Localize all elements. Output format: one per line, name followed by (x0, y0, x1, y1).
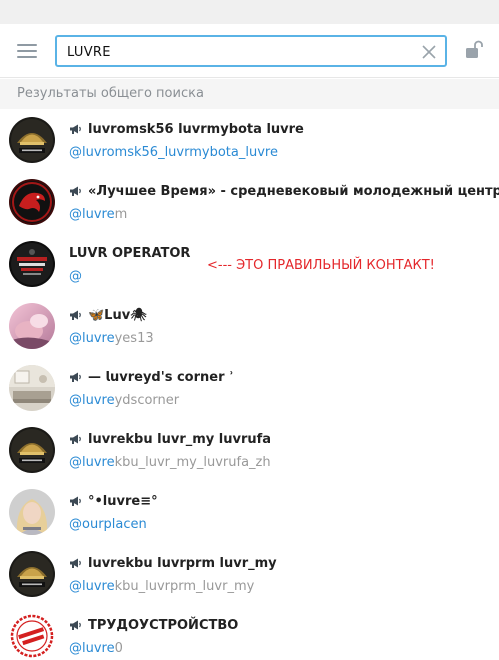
avatar (9, 241, 55, 287)
search-result-row[interactable]: luvrekbu luvr_my luvrufa @luvrekbu_luvr_m… (0, 419, 499, 481)
username-match: @luvre (69, 207, 115, 222)
search-result-row[interactable]: — 𝗹𝘂𝘃𝗿𝗲𝘆𝗱'𝘀 𝗰𝗼𝗿𝗻𝗲𝗿 ʾ @luvreydscorner (0, 357, 499, 419)
channel-megaphone-icon (70, 186, 81, 196)
result-title-text: luvromsk56 luvrmybota luvre (88, 121, 304, 137)
result-username: @ourplacen (69, 517, 147, 532)
avatar (9, 551, 55, 597)
result-username: @luvre0 (69, 641, 123, 656)
result-username: @luvrekbu_luvrprm_luvr_my (69, 579, 254, 594)
avatar (9, 179, 55, 225)
result-username: @ (69, 269, 82, 284)
search-result-row[interactable]: «Лучшее Время» - средневековый молодежны… (0, 171, 499, 233)
username-match: @luvre (69, 331, 115, 346)
channel-megaphone-icon (70, 558, 81, 568)
result-title: — 𝗹𝘂𝘃𝗿𝗲𝘆𝗱'𝘀 𝗰𝗼𝗿𝗻𝗲𝗿 ʾ (69, 369, 234, 385)
channel-megaphone-icon (70, 496, 81, 506)
result-title-text: luvrekbu luvr_my luvrufa (88, 431, 272, 447)
search-result-row[interactable]: ТРУДОУСТРОЙСТВО @luvre0 (0, 605, 499, 660)
close-icon[interactable] (420, 43, 438, 61)
channel-megaphone-icon (70, 124, 81, 134)
unlock-icon[interactable] (465, 40, 483, 60)
channel-megaphone-icon (70, 620, 81, 630)
avatar (9, 303, 55, 349)
username-match: @ourplacen (69, 517, 147, 532)
result-title: luvromsk56 luvrmybota luvre (69, 121, 304, 137)
result-title-text: 🦋Luv🕷 (88, 307, 147, 323)
username-match: @luvre (69, 641, 115, 656)
search-result-row[interactable]: luvrekbu luvrprm luvr_my @luvrekbu_luvrpr… (0, 543, 499, 605)
username-rest: 0 (114, 641, 123, 656)
search-input[interactable] (67, 42, 407, 62)
search-box[interactable] (55, 35, 447, 67)
username-match: @luvromsk56_luvrmybota_luvre (69, 145, 278, 160)
result-username: @luvrekbu_luvr_my_luvrufa_zh (69, 455, 271, 470)
result-title: 🦋Luv🕷 (69, 307, 147, 323)
result-title: luvrekbu luvrprm luvr_my (69, 555, 277, 571)
username-rest: kbu_luvrprm_luvr_my (114, 579, 255, 594)
channel-megaphone-icon (70, 310, 81, 320)
username-rest: m (114, 207, 128, 222)
search-result-row[interactable]: luvromsk56 luvrmybota luvre @luvromsk56_l… (0, 109, 499, 171)
username-match: @luvre (69, 455, 115, 470)
menu-icon[interactable] (17, 43, 37, 59)
result-title-text: luvrekbu luvrprm luvr_my (88, 555, 277, 571)
avatar (9, 365, 55, 411)
result-title: luvrekbu luvr_my luvrufa (69, 431, 271, 447)
avatar (9, 489, 55, 535)
result-title-text: «Лучшее Время» - средневековый молодежны… (88, 183, 499, 199)
username-match: @luvre (69, 393, 115, 408)
result-title: LUVR OPERATOR (69, 245, 190, 261)
result-title-text: °•luvre≡° (88, 493, 158, 509)
username-rest: kbu_luvr_my_luvrufa_zh (114, 455, 271, 470)
result-title: «Лучшее Время» - средневековый молодежны… (69, 183, 499, 199)
username-rest: ydscorner (114, 393, 180, 408)
channel-megaphone-icon (70, 434, 81, 444)
avatar (9, 427, 55, 473)
avatar (9, 613, 55, 659)
result-username: @luvreyes13 (69, 331, 154, 346)
result-username: @luvromsk56_luvrmybota_luvre (69, 145, 278, 160)
result-username: @luvreydscorner (69, 393, 179, 408)
result-title-text: ТРУДОУСТРОЙСТВО (88, 617, 239, 633)
username-rest: yes13 (114, 331, 154, 346)
annotation-text: <--- ЭТО ПРАВИЛЬНЫЙ КОНТАКТ! (207, 258, 435, 273)
username-match: @luvre (69, 579, 115, 594)
username-match: @ (69, 269, 82, 284)
search-result-row[interactable]: °•luvre≡° @ourplacen (0, 481, 499, 543)
result-username: @luvrem (69, 207, 127, 222)
section-header: Результаты общего поиска (0, 79, 499, 109)
top-strip (0, 0, 499, 24)
result-title-text: LUVR OPERATOR (69, 245, 191, 261)
avatar (9, 117, 55, 163)
result-title: °•luvre≡° (69, 493, 158, 509)
search-result-row[interactable]: 🦋Luv🕷 @luvreyes13 (0, 295, 499, 357)
channel-megaphone-icon (70, 372, 81, 382)
result-title: ТРУДОУСТРОЙСТВО (69, 617, 238, 633)
result-title-text: — 𝗹𝘂𝘃𝗿𝗲𝘆𝗱'𝘀 𝗰𝗼𝗿𝗻𝗲𝗿 ʾ (88, 369, 234, 385)
search-header (0, 24, 499, 78)
